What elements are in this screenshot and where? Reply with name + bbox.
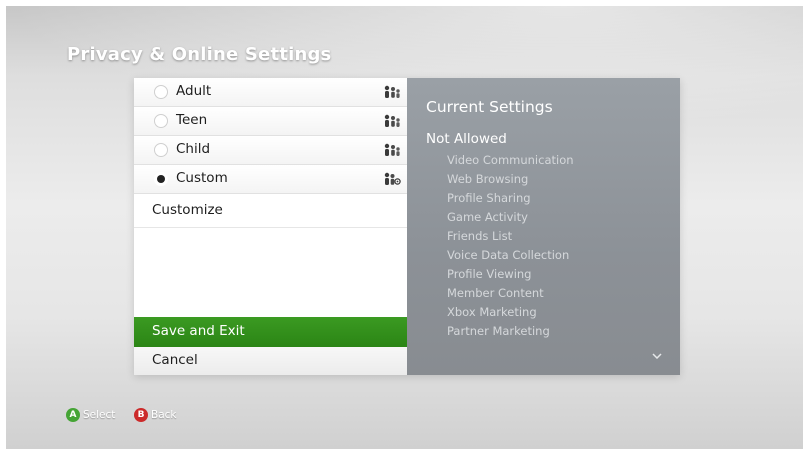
radio-button [154,143,168,157]
list-item: Video Communication [447,153,574,167]
option-teen[interactable]: Teen [134,107,407,136]
back-hint-label: Back [151,409,177,421]
option-label: Adult [176,83,212,99]
settings-status-heading: Not Allowed [426,131,507,147]
customize-label: Customize [152,202,223,218]
family-icon [384,114,400,127]
list-item: Web Browsing [447,172,529,186]
option-label: Teen [176,112,208,128]
list-item: Profile Sharing [447,191,531,205]
list-item: Friends List [447,229,513,243]
option-custom[interactable]: Custom [134,165,407,194]
list-item: Member Content [447,286,544,300]
save-and-exit-button[interactable]: Save and Exit [134,317,407,347]
settings-panel: Adult Teen Child Custom Customize Save a… [134,78,680,375]
list-item: Xbox Marketing [447,305,537,319]
xbox-dashboard-screen: Privacy & Online Settings Adult Teen Chi… [6,6,803,449]
current-settings-title: Current Settings [426,98,553,116]
not-allowed-list: Video Communication Web Browsing Profile… [447,151,574,341]
list-item: Profile Viewing [447,267,532,281]
options-list: Adult Teen Child Custom Customize Save a… [134,78,407,375]
list-item: Voice Data Collection [447,248,570,262]
select-hint-label: Select [83,409,116,421]
radio-button [154,85,168,99]
list-item: Game Activity [447,210,528,224]
option-label: Custom [176,170,228,186]
list-item: Partner Marketing [447,324,550,338]
current-settings-panel: Current Settings Not Allowed Video Commu… [407,78,680,375]
cancel-label: Cancel [152,352,198,368]
family-icon [384,85,400,98]
page-title: Privacy & Online Settings [67,44,332,65]
save-and-exit-label: Save and Exit [152,323,245,339]
option-child[interactable]: Child [134,136,407,165]
a-button-icon: A [66,408,80,422]
b-button-icon: B [134,408,148,422]
radio-button [154,114,168,128]
customize-button[interactable]: Customize [134,195,407,228]
option-adult[interactable]: Adult [134,78,407,107]
family-custom-icon [384,172,401,185]
radio-button-selected [154,172,168,186]
cancel-button[interactable]: Cancel [134,347,407,375]
scroll-down-icon[interactable] [652,353,662,359]
family-icon [384,143,400,156]
option-label: Child [176,141,211,157]
